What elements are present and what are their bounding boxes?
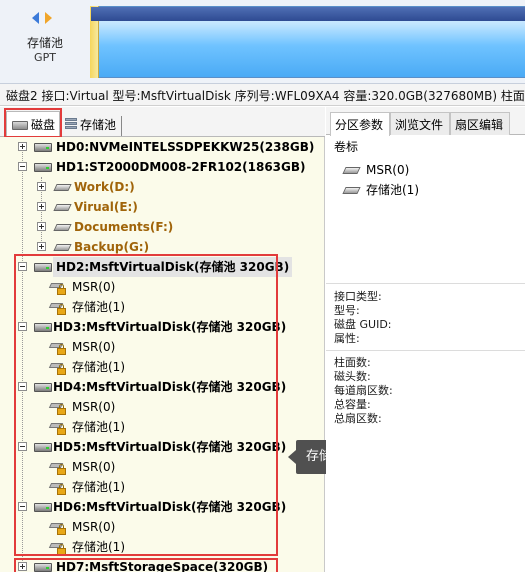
expand-icon[interactable] xyxy=(37,222,46,231)
field-cylinders: 柱面数: xyxy=(334,356,371,369)
expand-icon[interactable] xyxy=(37,202,46,211)
field-disk-guid: 磁盘 GUID: xyxy=(334,318,392,331)
field-heads: 磁头数: xyxy=(334,370,371,383)
field-attributes: 属性: xyxy=(334,332,360,345)
tree-row-hd0[interactable]: HD0:NVMeINTELSSDPEKKW25(238GB) xyxy=(0,137,324,157)
tab-disk-highlight-box xyxy=(4,108,62,138)
divider xyxy=(326,350,525,351)
expand-icon[interactable] xyxy=(37,242,46,251)
tab-browse-files[interactable]: 浏览文件 xyxy=(390,112,450,135)
details-tab-bar: 分区参数 浏览文件 扇区编辑 xyxy=(326,107,525,136)
volume-list-label: MSR(0) xyxy=(366,163,410,177)
previous-disk-arrow-icon[interactable] xyxy=(32,12,39,24)
expand-icon[interactable] xyxy=(18,142,27,151)
tree-row-hd1[interactable]: HD1:ST2000DM008-2FR102(1863GB) xyxy=(0,157,324,177)
partition-icon xyxy=(53,204,72,211)
collapse-icon[interactable] xyxy=(18,162,27,171)
volume-column-header: 卷标 xyxy=(334,140,359,154)
field-model: 型号: xyxy=(334,304,360,317)
volume-label: Documents(F:) xyxy=(74,220,174,234)
storage-pool-icon xyxy=(65,118,77,131)
partition-style-label: GPT xyxy=(34,51,56,64)
divider xyxy=(326,283,525,284)
disk-icon xyxy=(34,143,52,152)
tab-partition-params[interactable]: 分区参数 xyxy=(330,112,390,136)
tree-row-volume[interactable]: Virual(E:) xyxy=(0,197,324,217)
disk-info-bar: 磁盘2 接口:Virtual 型号:MsftVirtualDisk 序列号:WF… xyxy=(0,84,525,106)
field-total-capacity: 总容量: xyxy=(334,398,371,411)
partition-icon xyxy=(342,187,361,194)
disk-label: HD1:ST2000DM008-2FR102(1863GB) xyxy=(56,160,306,174)
partition-icon xyxy=(53,224,72,231)
next-disk-arrow-icon[interactable] xyxy=(45,12,52,24)
tab-sector-editor[interactable]: 扇区编辑 xyxy=(450,112,510,135)
volume-label: Virual(E:) xyxy=(74,200,138,214)
field-total-sectors: 总扇区数: xyxy=(334,412,382,425)
expand-icon[interactable] xyxy=(37,182,46,191)
nav-arrows xyxy=(32,12,60,26)
field-sectors-per-track: 每道扇区数: xyxy=(334,384,393,397)
tree-row-volume[interactable]: Documents(F:) xyxy=(0,217,324,237)
pool-label: 存储池 xyxy=(26,36,63,50)
tab-storage-pool[interactable]: 存储池 xyxy=(62,116,122,136)
disk-map-strip: 存储池 GPT xyxy=(0,0,525,84)
disk-icon xyxy=(34,163,52,172)
partition-bar-header xyxy=(91,7,525,21)
volume-list-label: 存储池(1) xyxy=(366,183,419,197)
disk-partition-bar[interactable] xyxy=(90,6,525,78)
pool-disks-highlight-box xyxy=(14,254,278,556)
volume-label: Work(D:) xyxy=(74,180,135,194)
partition-icon xyxy=(53,184,72,191)
tree-row-volume[interactable]: Work(D:) xyxy=(0,177,324,197)
partition-icon xyxy=(342,167,361,174)
details-pane: 分区参数 浏览文件 扇区编辑 卷标 MSR(0) 存储池(1) 接口类型: 型号… xyxy=(326,107,525,572)
disk-label: HD0:NVMeINTELSSDPEKKW25(238GB) xyxy=(56,140,315,154)
tab-pool-label: 存储池 xyxy=(80,118,117,132)
field-interface-type: 接口类型: xyxy=(334,290,382,303)
partition-icon xyxy=(53,244,72,251)
storage-space-highlight-box xyxy=(14,558,278,572)
